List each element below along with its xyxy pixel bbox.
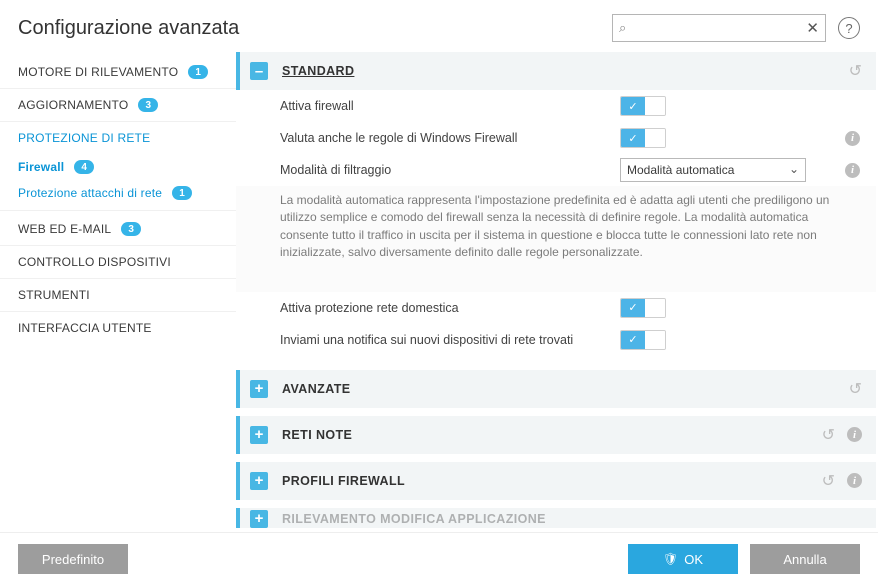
row-enable-firewall: Attiva firewall ✓ <box>236 90 876 122</box>
row-windows-firewall-rules: Valuta anche le regole di Windows Firewa… <box>236 122 876 154</box>
sidebar-item-web-email[interactable]: WEB ED E-MAIL 3 <box>0 213 236 246</box>
info-icon[interactable]: i <box>847 427 862 442</box>
sidebar-badge: 1 <box>188 65 208 79</box>
row-filtering-mode: Modalità di filtraggio Modalità automati… <box>236 154 876 186</box>
section-header-app-change-detection[interactable]: + RILEVAMENTO MODIFICA APPLICAZIONE <box>236 508 876 528</box>
footer: Predefinito 🛡 OK Annulla <box>0 532 878 585</box>
toggle-notify-new-devices[interactable]: ✓ <box>620 330 666 350</box>
select-value: Modalità automatica <box>627 163 734 177</box>
default-button[interactable]: Predefinito <box>18 544 128 574</box>
sidebar-item-tools[interactable]: STRUMENTI <box>0 279 236 312</box>
expand-icon[interactable]: + <box>250 472 268 490</box>
expand-icon[interactable]: + <box>250 380 268 398</box>
filtering-mode-description: La modalità automatica rappresenta l'imp… <box>236 186 876 274</box>
cancel-button[interactable]: Annulla <box>750 544 860 574</box>
sidebar-badge: 3 <box>138 98 158 112</box>
sidebar-item-label: CONTROLLO DISPOSITIVI <box>18 255 171 269</box>
sidebar-item-firewall[interactable]: Firewall 4 <box>0 154 236 180</box>
row-label: Inviami una notifica sui nuovi dispositi… <box>280 333 620 347</box>
undo-icon[interactable]: ↺ <box>849 61 862 81</box>
sidebar-item-network-attack-protection[interactable]: Protezione attacchi di rete 1 <box>0 180 236 206</box>
sidebar-item-label: PROTEZIONE DI RETE <box>18 131 150 145</box>
check-icon: ✓ <box>621 331 645 349</box>
select-filtering-mode[interactable]: Modalità automatica ⌄ <box>620 158 806 182</box>
section-firewall-profiles: + PROFILI FIREWALL ↺ i <box>236 462 876 500</box>
section-title: RETI NOTE <box>282 428 352 442</box>
undo-icon[interactable]: ↺ <box>822 471 835 491</box>
info-icon[interactable]: i <box>847 473 862 488</box>
section-title: PROFILI FIREWALL <box>282 474 405 488</box>
row-label: Attiva protezione rete domestica <box>280 301 620 315</box>
sidebar-item-update[interactable]: AGGIORNAMENTO 3 <box>0 89 236 122</box>
sidebar-badge: 1 <box>172 186 192 200</box>
collapse-icon[interactable]: – <box>250 62 268 80</box>
section-header-advanced[interactable]: + AVANZATE ↺ <box>236 370 876 408</box>
sidebar-item-label: INTERFACCIA UTENTE <box>18 321 152 335</box>
sidebar-item-device-control[interactable]: CONTROLLO DISPOSITIVI <box>0 246 236 279</box>
toggle-windows-firewall-rules[interactable]: ✓ <box>620 128 666 148</box>
row-label: Modalità di filtraggio <box>280 163 620 177</box>
search-input[interactable] <box>613 16 825 40</box>
sidebar-item-detection-engine[interactable]: MOTORE DI RILEVAMENTO 1 <box>0 56 236 89</box>
section-advanced: + AVANZATE ↺ <box>236 370 876 408</box>
info-icon[interactable]: i <box>845 163 860 178</box>
search-input-container[interactable]: ⌕ ✕ <box>612 14 826 42</box>
main-panel: – STANDARD ↺ Attiva firewall ✓ <box>236 52 878 528</box>
check-icon: ✓ <box>621 97 645 115</box>
expand-icon[interactable]: + <box>250 426 268 444</box>
sidebar-item-ui[interactable]: INTERFACCIA UTENTE <box>0 312 236 344</box>
help-icon[interactable]: ? <box>838 17 860 39</box>
expand-icon[interactable]: + <box>250 510 268 528</box>
toggle-enable-firewall[interactable]: ✓ <box>620 96 666 116</box>
sidebar-item-network-protection[interactable]: PROTEZIONE DI RETE <box>0 122 236 154</box>
sidebar-item-label: AGGIORNAMENTO <box>18 98 128 112</box>
sidebar-item-label: WEB ED E-MAIL <box>18 222 111 236</box>
section-title: STANDARD <box>282 64 354 78</box>
sidebar-item-label: STRUMENTI <box>18 288 90 302</box>
info-icon[interactable]: i <box>845 131 860 146</box>
check-icon: ✓ <box>621 299 645 317</box>
page-title: Configurazione avanzata <box>18 17 239 40</box>
sidebar: MOTORE DI RILEVAMENTO 1 AGGIORNAMENTO 3 … <box>0 52 236 528</box>
sidebar-badge: 3 <box>121 222 141 236</box>
section-title: AVANZATE <box>282 382 350 396</box>
section-header-firewall-profiles[interactable]: + PROFILI FIREWALL ↺ i <box>236 462 876 500</box>
clear-search-icon[interactable]: ✕ <box>806 19 819 37</box>
sidebar-item-label: Protezione attacchi di rete <box>18 186 162 200</box>
section-header-standard[interactable]: – STANDARD ↺ <box>236 52 876 90</box>
sidebar-item-label: MOTORE DI RILEVAMENTO <box>18 65 178 79</box>
row-label: Attiva firewall <box>280 99 620 113</box>
section-header-known-networks[interactable]: + RETI NOTE ↺ i <box>236 416 876 454</box>
undo-icon[interactable]: ↺ <box>822 425 835 445</box>
search-icon: ⌕ <box>619 20 626 36</box>
section-standard: – STANDARD ↺ Attiva firewall ✓ <box>236 52 876 362</box>
toggle-home-network-protection[interactable]: ✓ <box>620 298 666 318</box>
sidebar-item-label: Firewall <box>18 160 64 174</box>
ok-button[interactable]: 🛡 OK <box>628 544 738 574</box>
check-icon: ✓ <box>621 129 645 147</box>
row-home-network-protection: Attiva protezione rete domestica ✓ <box>236 292 876 324</box>
row-notify-new-devices: Inviami una notifica sui nuovi dispositi… <box>236 324 876 362</box>
sidebar-badge: 4 <box>74 160 94 174</box>
chevron-down-icon: ⌄ <box>789 162 799 176</box>
undo-icon[interactable]: ↺ <box>849 379 862 399</box>
section-title: RILEVAMENTO MODIFICA APPLICAZIONE <box>282 512 546 526</box>
ok-label: OK <box>684 552 703 567</box>
row-label: Valuta anche le regole di Windows Firewa… <box>280 131 620 145</box>
section-known-networks: + RETI NOTE ↺ i <box>236 416 876 454</box>
shield-icon: 🛡 <box>663 552 678 566</box>
